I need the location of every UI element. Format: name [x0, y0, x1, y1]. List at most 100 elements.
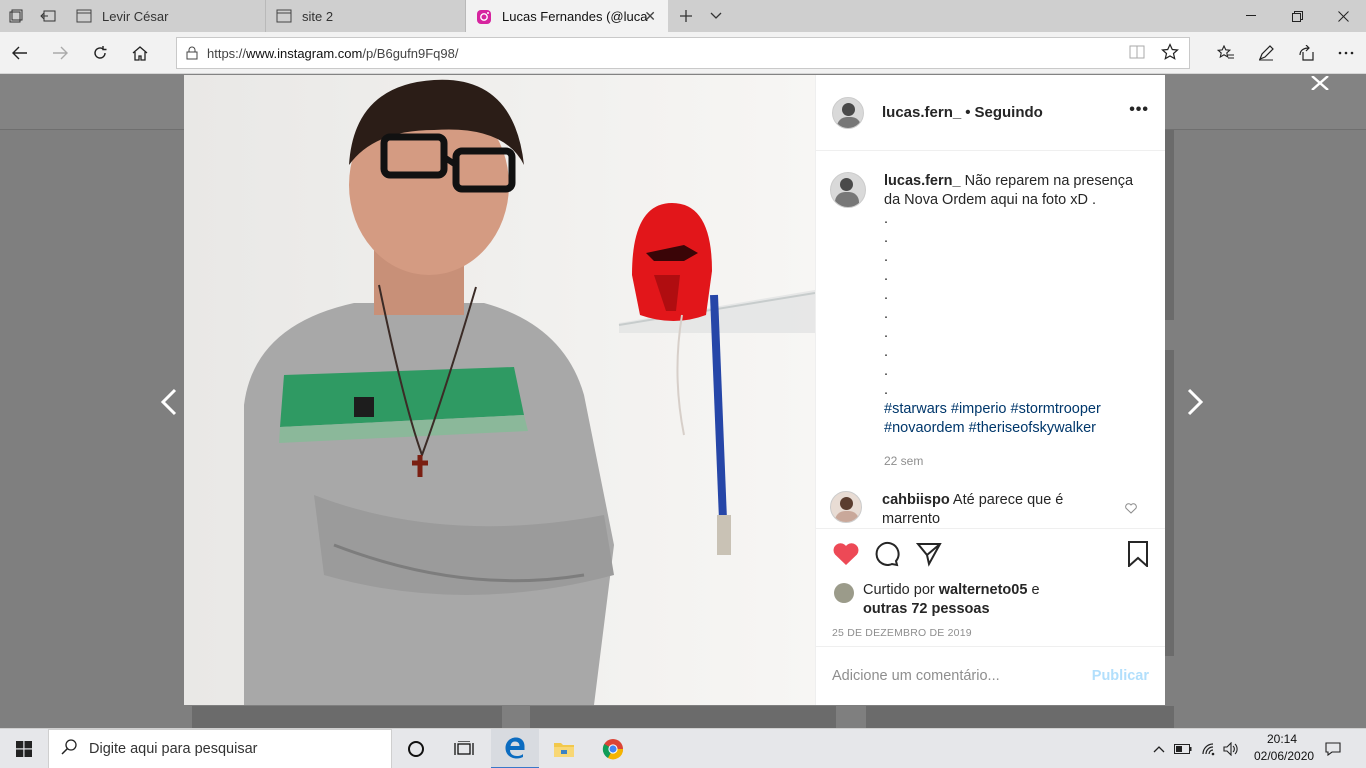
- follow-status[interactable]: Seguindo: [974, 104, 1042, 121]
- send-paper-plane-icon[interactable]: [915, 541, 942, 572]
- hashtags: #starwars #imperio #stormtrooper #novaor…: [884, 400, 1144, 438]
- next-post-arrow-icon[interactable]: [1186, 386, 1204, 425]
- edge-browser-icon[interactable]: [491, 729, 539, 768]
- post-modal: lucas.fern_ • Seguindo ••• lucas.fern_ Não…: [184, 75, 1165, 705]
- caption-dot: .: [884, 249, 889, 265]
- background-tile: [530, 706, 836, 728]
- previous-post-arrow-icon[interactable]: [160, 386, 178, 425]
- username-link[interactable]: lucas.fern_: [884, 173, 961, 189]
- minimize-icon[interactable]: [1228, 0, 1274, 32]
- username-link[interactable]: lucas.fern_: [882, 104, 961, 121]
- search-placeholder: Digite aqui para pesquisar: [89, 741, 258, 757]
- background-tile: [866, 706, 1174, 728]
- system-clock[interactable]: 20:14 02/06/2020: [1254, 731, 1314, 765]
- battery-icon[interactable]: [1172, 729, 1194, 768]
- share-icon[interactable]: [1288, 37, 1324, 69]
- post-header: lucas.fern_ • Seguindo •••: [816, 75, 1165, 151]
- hashtag-link[interactable]: #stormtrooper: [1011, 401, 1101, 417]
- browser-toolbar: https://www.instagram.com/p/B6gufn9Fq98/: [0, 32, 1366, 74]
- avatar[interactable]: [832, 96, 864, 129]
- favorites-list-icon[interactable]: [1208, 37, 1244, 69]
- chrome-icon[interactable]: [589, 729, 637, 768]
- like-heart-icon[interactable]: [832, 541, 860, 572]
- home-icon[interactable]: [122, 37, 158, 69]
- wifi-icon[interactable]: [1198, 729, 1220, 768]
- windows-taskbar: Digite aqui para pesquisar 20:14 02/06/2…: [0, 728, 1366, 768]
- comment-bubble-icon[interactable]: [874, 541, 900, 572]
- instagram-icon: [476, 9, 492, 24]
- task-view-icon[interactable]: [440, 729, 488, 768]
- caption-dot: .: [884, 382, 889, 398]
- comment-body: cahbiispo Até parece que é marrento: [882, 491, 1082, 528]
- caption-dot: .: [884, 230, 889, 246]
- avatar[interactable]: [830, 491, 862, 523]
- publish-button[interactable]: Publicar: [1092, 668, 1149, 684]
- like-comment-heart-icon[interactable]: [1125, 503, 1137, 517]
- reading-view-icon[interactable]: [1129, 45, 1145, 64]
- likes-prefix: Curtido por: [863, 582, 935, 598]
- post-time-ago[interactable]: 22 sem: [884, 452, 1144, 471]
- tab-site-2[interactable]: site 2: [266, 0, 466, 32]
- liker-username-link[interactable]: walterneto05: [939, 582, 1028, 598]
- username-link[interactable]: cahbiispo: [882, 492, 950, 508]
- search-icon: [61, 738, 77, 760]
- page-icon: [276, 9, 292, 23]
- post-side-panel: lucas.fern_ • Seguindo ••• lucas.fern_ Não…: [815, 75, 1165, 705]
- tab-label: site 2: [302, 8, 334, 24]
- windows-start-icon[interactable]: [0, 729, 48, 768]
- refresh-icon[interactable]: [82, 37, 118, 69]
- url-text: https://www.instagram.com/p/B6gufn9Fq98/: [207, 45, 459, 61]
- hashtag-link[interactable]: #imperio: [951, 401, 1007, 417]
- tab-label: Lucas Fernandes (@luca: [502, 8, 648, 24]
- tab-instagram[interactable]: Lucas Fernandes (@luca ✕: [466, 0, 668, 32]
- clock-time: 20:14: [1266, 732, 1298, 746]
- address-bar[interactable]: https://www.instagram.com/p/B6gufn9Fq98/: [176, 37, 1190, 69]
- comment-input[interactable]: Adicione um comentário...: [832, 668, 1092, 684]
- liker-avatar[interactable]: [834, 583, 854, 603]
- tab-actions-icon[interactable]: [0, 0, 32, 32]
- show-hidden-icons-chevron-icon[interactable]: [1150, 729, 1168, 768]
- favorite-star-icon[interactable]: [1161, 43, 1179, 66]
- post-options-icon[interactable]: •••: [1129, 101, 1149, 119]
- volume-icon[interactable]: [1220, 729, 1242, 768]
- browser-tab-bar: Levir César site 2 Lucas Fernandes (@luc…: [0, 0, 1366, 32]
- hashtag-link[interactable]: #novaordem: [884, 420, 965, 436]
- avatar[interactable]: [830, 172, 866, 208]
- caption-body: lucas.fern_ Não reparem na presença da N…: [884, 172, 1144, 471]
- action-icons: [832, 541, 1149, 571]
- hashtag-link[interactable]: #theriseofskywalker: [969, 420, 1096, 436]
- taskbar-search-box[interactable]: Digite aqui para pesquisar: [48, 729, 392, 768]
- caption-dot: .: [884, 211, 889, 227]
- set-aside-tabs-icon[interactable]: [32, 0, 64, 32]
- caption: lucas.fern_ Não reparem na presença da N…: [830, 172, 1149, 471]
- close-modal-icon[interactable]: [1310, 66, 1330, 97]
- caption-dot: .: [884, 268, 889, 284]
- back-arrow-icon[interactable]: [2, 37, 38, 69]
- tab-preview-chevron-icon[interactable]: [700, 0, 732, 32]
- background-tile: [192, 706, 502, 728]
- hashtag-link[interactable]: #starwars: [884, 401, 947, 417]
- post-photo[interactable]: [184, 75, 815, 705]
- new-tab-icon[interactable]: [670, 0, 702, 32]
- comments-section[interactable]: lucas.fern_ Não reparem na presença da N…: [816, 152, 1165, 528]
- forward-arrow-icon[interactable]: [42, 37, 78, 69]
- separator-dot: •: [965, 104, 971, 121]
- tab-label: Levir César: [102, 8, 169, 24]
- lock-icon[interactable]: [177, 46, 207, 60]
- notifications-icon[interactable]: [1320, 729, 1346, 768]
- close-window-icon[interactable]: [1320, 0, 1366, 32]
- restore-icon[interactable]: [1274, 0, 1320, 32]
- close-tab-icon[interactable]: ✕: [644, 8, 656, 25]
- more-options-icon[interactable]: [1328, 37, 1364, 69]
- file-explorer-icon[interactable]: [540, 729, 588, 768]
- others-likes-link[interactable]: outras 72 pessoas: [863, 601, 990, 617]
- likes-info: Curtido por walterneto05 e outras 72 pes…: [832, 581, 1149, 619]
- tab-levir-cesar[interactable]: Levir César: [66, 0, 266, 32]
- caption-dot: .: [884, 363, 889, 379]
- save-bookmark-icon[interactable]: [1127, 541, 1149, 572]
- cortana-icon[interactable]: [392, 729, 440, 768]
- caption-dot: .: [884, 325, 889, 341]
- pen-notes-icon[interactable]: [1248, 37, 1284, 69]
- comment-item: cahbiispo Até parece que é marrento: [830, 491, 1149, 528]
- page-icon: [76, 9, 92, 23]
